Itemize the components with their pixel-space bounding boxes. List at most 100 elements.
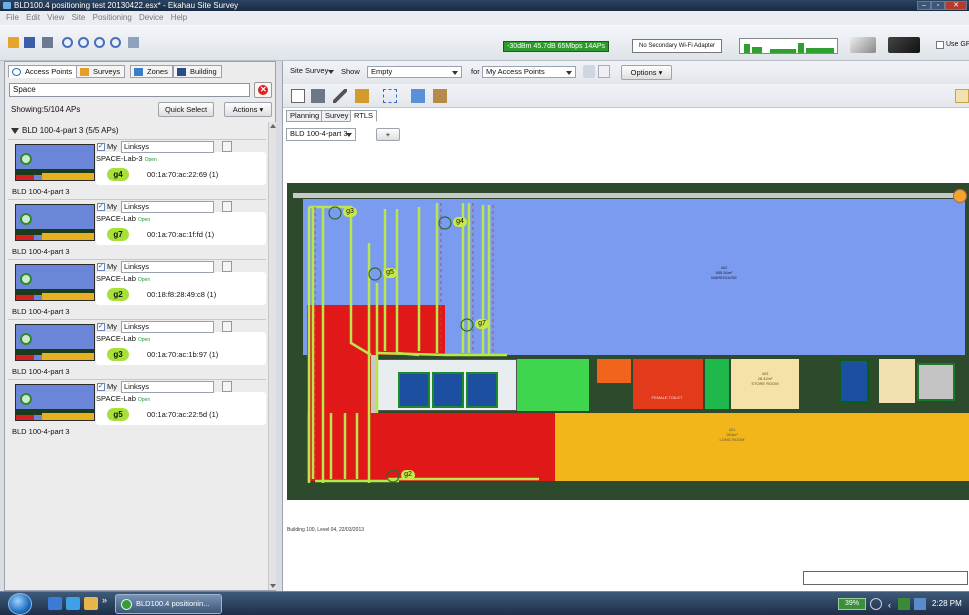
tab-surveys[interactable]: Surveys	[76, 65, 126, 78]
view-options-bar: Site Survey Show Empty for My Access Poi…	[283, 61, 969, 84]
ssid-field[interactable]: Linksys	[121, 141, 214, 153]
folder-icon[interactable]	[84, 597, 98, 610]
floor-plan-map[interactable]: g3 g4 g5 g7 g2 402 555.54m² WAREHOUSE 40…	[287, 183, 969, 500]
network-icon[interactable]	[870, 598, 882, 610]
zoom-in-icon[interactable]	[78, 37, 89, 48]
eraser-icon[interactable]	[850, 37, 876, 53]
maximize-button[interactable]: ▫	[931, 1, 945, 10]
ap-card[interactable]: My LinksysSPACE-Lab-3Open g4 00:1a:70:ac:22…	[8, 139, 266, 199]
ssid-field[interactable]: Linksys	[121, 321, 214, 333]
zones-icon	[134, 68, 143, 76]
wifi-icon[interactable]	[898, 598, 910, 610]
map-ap-marker[interactable]: g4	[453, 217, 467, 227]
ap-card[interactable]: My LinksysSPACE-LabOpen g5 00:1a:70:ac:22:5…	[8, 379, 266, 439]
map-ap-marker[interactable]: g2	[401, 470, 415, 480]
menu-site[interactable]: Site	[72, 13, 86, 22]
for-select[interactable]: My Access Points	[482, 66, 576, 78]
close-button[interactable]: ✕	[945, 1, 967, 10]
copy-icon[interactable]	[222, 141, 232, 152]
tab-zones[interactable]: Zones	[130, 65, 173, 78]
ssid-field[interactable]: Linksys	[121, 261, 214, 273]
minimize-button[interactable]: –	[917, 1, 931, 10]
volume-icon[interactable]	[914, 598, 926, 610]
menu-view[interactable]: View	[47, 13, 64, 22]
my-checkbox[interactable]	[97, 322, 105, 331]
store-room-label: 403 28.42m² STORE ROOM	[735, 371, 795, 386]
ap-place-tool-icon[interactable]	[355, 89, 369, 103]
copy-icon[interactable]	[222, 321, 232, 332]
menu-edit[interactable]: Edit	[26, 13, 40, 22]
select-area-tool-icon[interactable]	[383, 89, 397, 103]
actions-button[interactable]: Actions ▾	[224, 102, 272, 117]
taskbar-app-item[interactable]: BLD100.4 positionin...	[115, 594, 222, 614]
menu-help[interactable]: Help	[171, 13, 187, 22]
overflow-chevron[interactable]: »	[102, 595, 107, 605]
quick-select-button[interactable]: Quick Select	[158, 102, 214, 117]
floor-select[interactable]: BLD 100-4-part 3	[286, 128, 356, 141]
add-floor-button[interactable]: +	[376, 128, 400, 141]
map-ap-marker[interactable]: g5	[383, 268, 397, 278]
zone-tool-icon[interactable]	[411, 89, 425, 103]
open-folder-icon[interactable]	[8, 37, 19, 48]
map-ap-marker[interactable]: g7	[475, 319, 489, 329]
ap-card[interactable]: My LinksysSPACE-LabOpen g7 00:1a:70:ac:1f:f…	[8, 199, 266, 259]
copy-icon[interactable]	[222, 261, 232, 272]
showing-count: Showing:5/104 APs	[11, 105, 81, 114]
zoom-out-icon[interactable]	[94, 37, 105, 48]
ie-icon[interactable]	[66, 597, 80, 610]
scrollbar[interactable]	[268, 122, 276, 590]
battery-indicator[interactable]: 39%	[838, 598, 866, 610]
scroll-down-icon[interactable]	[270, 584, 276, 588]
show-select[interactable]: Empty	[367, 66, 462, 78]
grid-icon[interactable]	[128, 37, 139, 48]
menu-device[interactable]: Device	[139, 13, 163, 22]
ap-card[interactable]: My LinksysSPACE-LabOpen g3 00:1a:70:ac:1b:9…	[8, 319, 266, 379]
scroll-up-icon[interactable]	[270, 124, 276, 128]
my-label: My	[107, 202, 117, 211]
search-input[interactable]: Space	[9, 83, 250, 97]
copy-icon[interactable]	[222, 201, 232, 212]
my-checkbox[interactable]	[97, 262, 105, 271]
delete-tool-icon[interactable]	[433, 89, 447, 103]
print-icon[interactable]	[42, 37, 53, 48]
refresh-icon[interactable]	[583, 65, 595, 78]
clear-search-button[interactable]	[254, 82, 272, 98]
mac-address: 00:1a:70:ac:22:5d (1)	[147, 410, 219, 419]
use-gps-checkbox[interactable]	[936, 41, 944, 49]
save-icon[interactable]	[24, 37, 35, 48]
ap-name: SPACE-Lab-3 Open	[96, 154, 157, 163]
tray-arrow-icon[interactable]: ‹	[888, 596, 891, 614]
compass-icon[interactable]	[953, 189, 967, 203]
tab-survey[interactable]: Survey	[321, 110, 353, 122]
start-button[interactable]	[8, 593, 32, 615]
ap-card[interactable]: My LinksysSPACE-LabOpen g2 00:18:f8:28:49:c…	[8, 259, 266, 319]
ssid-field[interactable]: Linksys	[121, 381, 214, 393]
clock[interactable]: 2:28 PM	[932, 595, 962, 613]
zoom-fit-icon[interactable]	[110, 37, 121, 48]
tab-rtls[interactable]: RTLS	[350, 110, 378, 122]
locate-icon[interactable]	[955, 89, 969, 103]
menu-positioning[interactable]: Positioning	[93, 13, 132, 22]
ssid-field[interactable]: Linksys	[121, 201, 214, 213]
my-checkbox[interactable]	[97, 142, 105, 151]
explorer-icon[interactable]	[48, 597, 62, 610]
mode-select[interactable]: Site Survey	[287, 66, 337, 78]
map-ap-marker[interactable]: g3	[343, 207, 357, 217]
layers-icon[interactable]	[598, 65, 610, 78]
pointer-tool-icon[interactable]	[291, 89, 305, 103]
my-checkbox[interactable]	[97, 382, 105, 391]
tab-planning[interactable]: Planning	[286, 110, 324, 122]
options-button[interactable]: Options ▾	[621, 65, 672, 80]
ap-map-thumbnail	[15, 204, 95, 241]
measure-tool-icon[interactable]	[333, 89, 347, 103]
gps-device-icon[interactable]	[888, 37, 920, 53]
ap-group-header[interactable]: BLD 100-4-part 3 (5/5 APs)	[8, 124, 266, 138]
wall-tool-icon[interactable]	[311, 89, 325, 103]
zoom-icon[interactable]	[62, 37, 73, 48]
copy-icon[interactable]	[222, 381, 232, 392]
menu-file[interactable]: File	[6, 13, 19, 22]
ap-map-thumbnail	[15, 264, 95, 301]
tab-building[interactable]: Building	[173, 65, 222, 78]
my-checkbox[interactable]	[97, 202, 105, 211]
tab-access-points[interactable]: Access Points	[8, 65, 78, 78]
